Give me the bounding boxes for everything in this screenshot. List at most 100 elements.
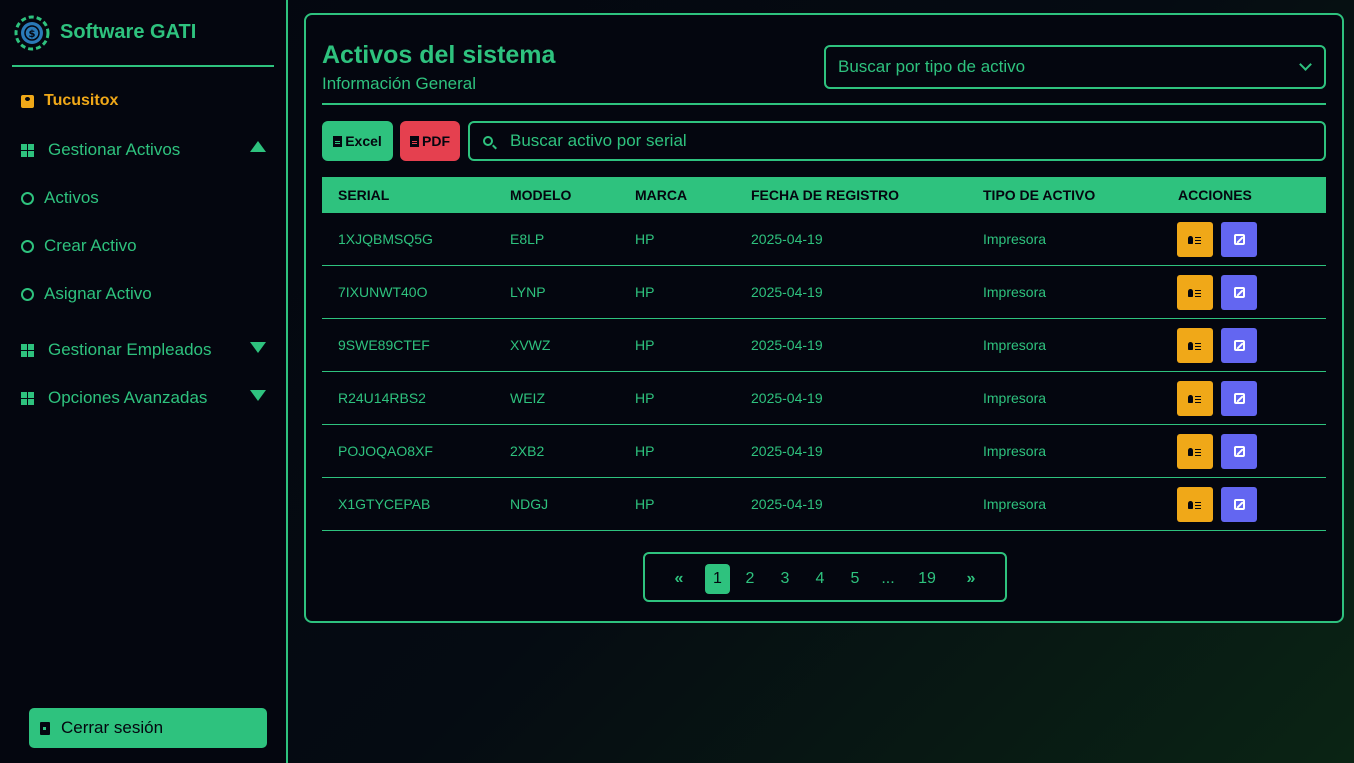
cell-modelo: NDGJ [510,496,549,512]
assign-button[interactable] [1177,275,1213,310]
submenu-activos[interactable]: Activos [21,188,99,208]
page-1[interactable]: 1 [705,564,730,594]
cell-marca: HP [635,337,655,353]
chevron-down-icon [1299,58,1312,71]
grid-icon [21,391,34,405]
header-acciones: ACCIONES [1178,187,1252,203]
cell-tipo: Impresora [983,390,1047,406]
assign-button[interactable] [1177,222,1213,257]
menu-opciones-avanzadas[interactable]: Opciones Avanzadas [21,388,207,408]
user-profile[interactable]: Tucusitox [21,92,118,110]
edit-button[interactable] [1221,222,1257,257]
circle-icon [21,287,34,301]
edit-button[interactable] [1221,275,1257,310]
sidebar: $ Software GATI Tucusitox Gestionar Acti… [0,0,288,763]
cell-fecha: 2025-04-19 [751,337,823,353]
cell-fecha: 2025-04-19 [751,443,823,459]
table-row: POJOQAO8XF 2XB2 HP 2025-04-19 Impresora [322,425,1326,478]
page-19[interactable]: 19 [915,564,939,594]
app-title: Software GATI [60,21,197,43]
cell-fecha: 2025-04-19 [751,390,823,406]
svg-text:$: $ [29,29,36,40]
assets-panel: Activos del sistema Información General … [304,13,1344,623]
logout-label: Cerrar sesión [61,718,164,737]
cell-tipo: Impresora [983,231,1047,247]
grid-icon [21,143,34,157]
assets-table: SERIAL MODELO MARCA FECHA DE REGISTRO TI… [322,177,1326,531]
edit-button[interactable] [1221,328,1257,363]
submenu-crear-activo[interactable]: Crear Activo [21,236,137,256]
table-row: R24U14RBS2 WEIZ HP 2025-04-19 Impresora [322,372,1326,425]
search-icon [483,136,493,146]
cell-tipo: Impresora [983,284,1047,300]
cell-fecha: 2025-04-19 [751,496,823,512]
table-row: X1GTYCEPAB NDGJ HP 2025-04-19 Impresora [322,478,1326,531]
edit-button[interactable] [1221,381,1257,416]
submenu-label: Crear Activo [44,236,137,255]
asset-type-select[interactable]: Buscar por tipo de activo [824,45,1326,89]
edit-icon [1233,340,1245,351]
logout-button[interactable]: Cerrar sesión [29,708,267,748]
table-row: 1XJQBMSQ5G E8LP HP 2025-04-19 Impresora [322,213,1326,266]
gear-logo-icon: $ [14,15,50,50]
page-next[interactable]: » [963,564,979,594]
table-header: SERIAL MODELO MARCA FECHA DE REGISTRO TI… [322,177,1326,213]
cell-marca: HP [635,231,655,247]
header-tipo[interactable]: TIPO DE ACTIVO [983,187,1095,203]
file-icon [410,135,419,147]
page-subtitle: Información General [322,74,477,93]
divider [322,103,1326,105]
cell-serial: R24U14RBS2 [338,390,426,406]
page-prev[interactable]: « [671,564,687,594]
cell-tipo: Impresora [983,337,1047,353]
chevron-up-icon[interactable] [250,141,266,152]
cell-tipo: Impresora [983,443,1047,459]
page-2[interactable]: 2 [742,564,758,594]
header-fecha[interactable]: FECHA DE REGISTRO [751,187,899,203]
cell-marca: HP [635,496,655,512]
edit-icon [1233,446,1245,457]
assign-button[interactable] [1177,487,1213,522]
asset-type-placeholder: Buscar por tipo de activo [838,57,1026,76]
serial-search [468,121,1326,161]
cell-marca: HP [635,284,655,300]
submenu-asignar-activo[interactable]: Asignar Activo [21,284,152,304]
edit-icon [1233,287,1245,298]
chevron-down-icon[interactable] [250,342,266,353]
chevron-down-icon[interactable] [250,390,266,401]
page-title: Activos del sistema [322,41,556,69]
cell-serial: 9SWE89CTEF [338,337,430,353]
assign-button[interactable] [1177,328,1213,363]
cell-modelo: E8LP [510,231,545,247]
table-row: 9SWE89CTEF XVWZ HP 2025-04-19 Impresora [322,319,1326,372]
cell-serial: X1GTYCEPAB [338,496,431,512]
serial-search-input[interactable] [510,131,1290,151]
header-modelo[interactable]: MODELO [510,187,571,203]
menu-label: Gestionar Empleados [48,340,212,359]
cell-serial: 1XJQBMSQ5G [338,231,433,247]
assign-button[interactable] [1177,381,1213,416]
menu-gestionar-empleados[interactable]: Gestionar Empleados [21,340,211,360]
page-5[interactable]: 5 [847,564,863,594]
user-list-icon [1188,447,1202,456]
page-4[interactable]: 4 [812,564,828,594]
cell-modelo: WEIZ [510,390,545,406]
file-icon [333,135,343,147]
export-excel-button[interactable]: Excel [322,121,393,161]
menu-gestionar-activos[interactable]: Gestionar Activos [21,140,180,160]
user-list-icon [1188,394,1202,403]
header-serial[interactable]: SERIAL [338,187,389,203]
cell-serial: 7IXUNWT40O [338,284,428,300]
menu-label: Opciones Avanzadas [48,388,208,407]
assign-button[interactable] [1177,434,1213,469]
header-marca[interactable]: MARCA [635,187,687,203]
edit-button[interactable] [1221,487,1257,522]
user-name: Tucusitox [44,92,119,109]
export-pdf-button[interactable]: PDF [400,121,460,161]
edit-button[interactable] [1221,434,1257,469]
page-3[interactable]: 3 [777,564,793,594]
user-list-icon [1188,235,1202,244]
submenu-label: Asignar Activo [44,284,152,303]
cell-fecha: 2025-04-19 [751,231,823,247]
cell-serial: POJOQAO8XF [338,443,433,459]
